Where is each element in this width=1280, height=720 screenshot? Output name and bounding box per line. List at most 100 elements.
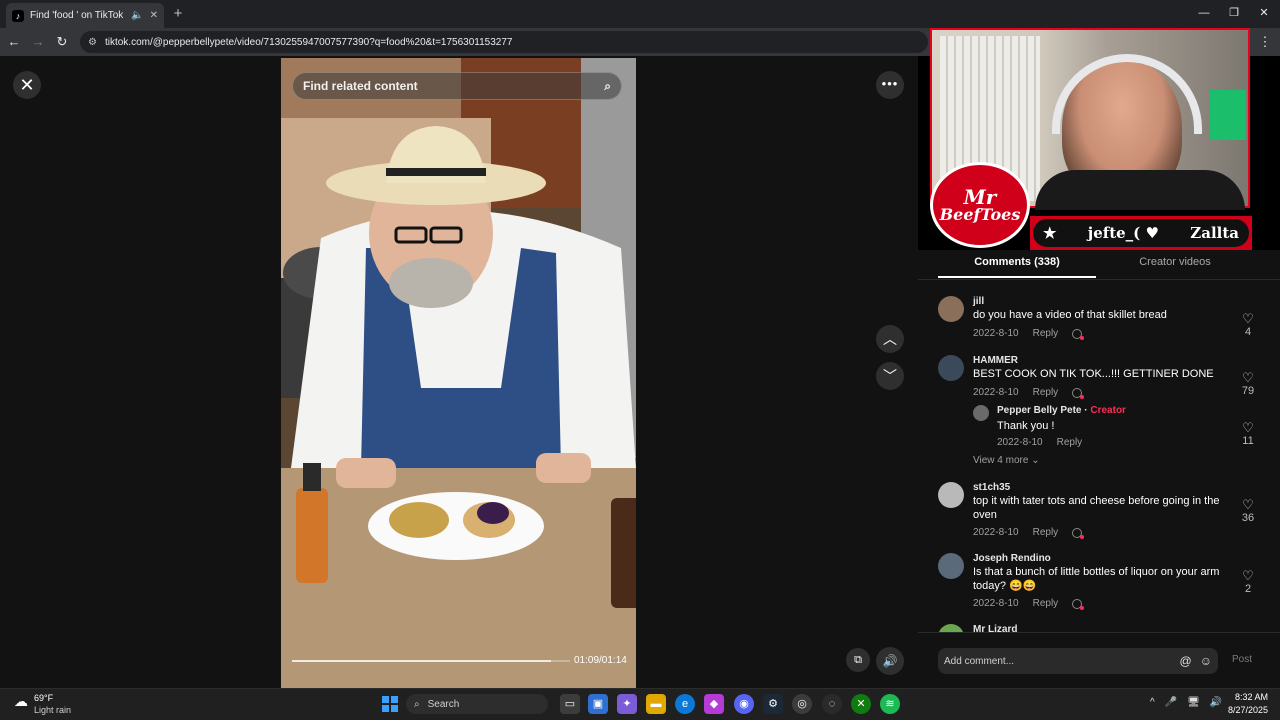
mention-icon[interactable]: @ — [1180, 654, 1192, 668]
avatar[interactable] — [938, 624, 964, 632]
system-tray: ^ 🎤 🖥 🔊 — [1150, 697, 1222, 708]
like-count: 36 — [1241, 512, 1255, 524]
video-timecode: 01:09/01:14 — [574, 655, 627, 666]
view-more-replies-button[interactable]: View 4 more ⌄ — [973, 455, 1040, 466]
avatar[interactable] — [938, 482, 964, 508]
add-comment-input[interactable]: Add comment... @ ☺ — [938, 648, 1218, 674]
avatar[interactable] — [938, 296, 964, 322]
weather-rain-icon[interactable]: ☁ — [10, 693, 32, 711]
avatar[interactable] — [938, 553, 964, 579]
microphone-icon[interactable]: 🎤 — [1165, 697, 1177, 708]
react-icon[interactable] — [1072, 387, 1085, 399]
more-options-icon[interactable]: ••• — [876, 71, 904, 99]
video-player[interactable] — [281, 58, 636, 688]
video-progress-bar[interactable] — [292, 660, 551, 662]
comment-username[interactable]: Pepper Belly Pete — [997, 405, 1081, 416]
clock-date[interactable]: 8/27/2025 — [1222, 705, 1268, 715]
tab-creator-videos[interactable]: Creator videos — [1096, 256, 1254, 278]
maximize-button[interactable]: ❐ — [1224, 5, 1244, 21]
weather-condition[interactable]: Light rain — [34, 705, 71, 715]
comment-text: do you have a video of that skillet brea… — [973, 309, 1167, 321]
previous-video-chevron-up-icon[interactable]: ︿ — [876, 325, 904, 353]
comment-username[interactable]: Mr Lizard — [973, 624, 1017, 632]
spotify-icon[interactable]: ≋ — [880, 694, 900, 714]
browser-tab-bar — [0, 0, 1280, 28]
task-view-icon[interactable]: ▭ — [560, 694, 580, 714]
comment-date: 2022-8-10 — [997, 437, 1043, 448]
copilot-icon[interactable]: ✦ — [617, 694, 637, 714]
like-button[interactable]: ♡ 36 — [1238, 498, 1258, 525]
tray-overflow-chevron-up-icon[interactable]: ^ — [1150, 697, 1155, 708]
file-explorer-icon[interactable]: ▬ — [646, 694, 666, 714]
logo-line-2: BeefToes — [939, 205, 1021, 224]
emoji-icon[interactable]: ☺ — [1200, 654, 1212, 668]
close-tab-icon[interactable]: ✕ — [150, 10, 158, 21]
close-video-button[interactable]: ✕ — [13, 71, 41, 99]
heart-icon[interactable]: ♡ — [1238, 312, 1258, 326]
chrome-icon[interactable]: ◎ — [792, 694, 812, 714]
comment-username[interactable]: st1ch35 — [973, 482, 1010, 493]
nameplate-inner: ★ jefte_( ♥ Zallta — [1033, 219, 1249, 247]
comment-username[interactable]: jill — [973, 296, 984, 307]
find-related-search-bar[interactable]: Find related content ⌕ — [292, 72, 622, 100]
creator-badge: Creator — [1090, 405, 1126, 416]
comment-meta: 2022-8-10 Reply — [973, 387, 1085, 399]
address-bar[interactable]: ⚙ tiktok.com/@pepperbellypete/video/7130… — [80, 31, 928, 53]
reply-button[interactable]: Reply — [1033, 527, 1059, 538]
comment-date: 2022-8-10 — [973, 527, 1019, 538]
reply-button[interactable]: Reply — [1057, 437, 1083, 448]
site-info-icon[interactable]: ⚙ — [88, 37, 97, 48]
obs-icon[interactable]: ◌ — [822, 694, 842, 714]
react-icon[interactable] — [1072, 328, 1085, 340]
like-button[interactable]: ♡ 79 — [1238, 371, 1258, 398]
like-button[interactable]: ♡ 2 — [1238, 569, 1258, 596]
comment-username[interactable]: HAMMER — [973, 355, 1018, 366]
heart-icon[interactable]: ♡ — [1238, 371, 1258, 385]
comment-text: top it with tater tots and cheese before… — [973, 495, 1220, 521]
react-icon[interactable] — [1072, 598, 1085, 610]
windows-start-icon[interactable] — [382, 696, 398, 712]
like-button[interactable]: ♡ 4 — [1238, 312, 1258, 339]
back-arrow-icon[interactable]: ← — [6, 34, 22, 50]
app-icon[interactable]: ◆ — [704, 694, 724, 714]
tabs-divider — [918, 279, 1280, 280]
comment-username[interactable]: Joseph Rendino — [973, 553, 1051, 564]
weather-temperature[interactable]: 69°F — [34, 693, 53, 703]
steam-icon[interactable]: ⚙ — [763, 694, 783, 714]
next-video-chevron-down-icon[interactable]: ﹀ — [876, 362, 904, 390]
browser-tab[interactable]: ♪ Find 'food ' on TikTok | TikTok 🔈 ✕ — [6, 3, 164, 28]
close-window-button[interactable]: ✕ — [1254, 5, 1274, 21]
heart-icon[interactable]: ♡ — [1238, 498, 1258, 512]
comment-item: Mr Lizard — [938, 624, 1258, 632]
edge-icon[interactable]: e — [675, 694, 695, 714]
reply-button[interactable]: Reply — [1033, 387, 1059, 398]
reload-icon[interactable]: ↻ — [54, 34, 70, 50]
heart-icon[interactable]: ♡ — [1238, 421, 1258, 435]
volume-icon[interactable]: 🔊 — [876, 647, 904, 675]
heart-icon[interactable]: ♡ — [1238, 569, 1258, 583]
taskbar-search[interactable]: ⌕ Search — [406, 694, 548, 714]
avatar[interactable] — [973, 405, 989, 421]
discord-icon[interactable]: ◉ — [734, 694, 754, 714]
picture-in-picture-icon[interactable]: ⧉ — [846, 648, 870, 672]
comment-item: st1ch35 top it with tater tots and chees… — [938, 482, 1258, 542]
volume-icon[interactable]: 🔊 — [1210, 697, 1222, 708]
tab-comments[interactable]: Comments (338) — [938, 256, 1096, 278]
new-tab-button[interactable]: + — [170, 5, 186, 23]
post-button[interactable]: Post — [1232, 654, 1252, 665]
minimize-button[interactable]: — — [1194, 5, 1214, 21]
video-progress-track[interactable] — [551, 660, 570, 662]
xbox-icon[interactable]: ✕ — [851, 694, 871, 714]
store-icon[interactable]: ▣ — [588, 694, 608, 714]
reply-button[interactable]: Reply — [1033, 598, 1059, 609]
react-icon[interactable] — [1072, 527, 1085, 539]
browser-menu-icon[interactable]: ⋮ — [1258, 34, 1272, 50]
search-icon[interactable]: ⌕ — [604, 79, 611, 94]
display-icon[interactable]: 🖥 — [1187, 697, 1200, 708]
reply-button[interactable]: Reply — [1033, 328, 1059, 339]
forward-arrow-icon[interactable]: → — [30, 34, 46, 50]
like-button[interactable]: ♡ 11 — [1238, 421, 1258, 448]
speaker-icon[interactable]: 🔈 — [131, 10, 143, 21]
avatar[interactable] — [938, 355, 964, 381]
clock-time[interactable]: 8:32 AM — [1232, 692, 1268, 702]
